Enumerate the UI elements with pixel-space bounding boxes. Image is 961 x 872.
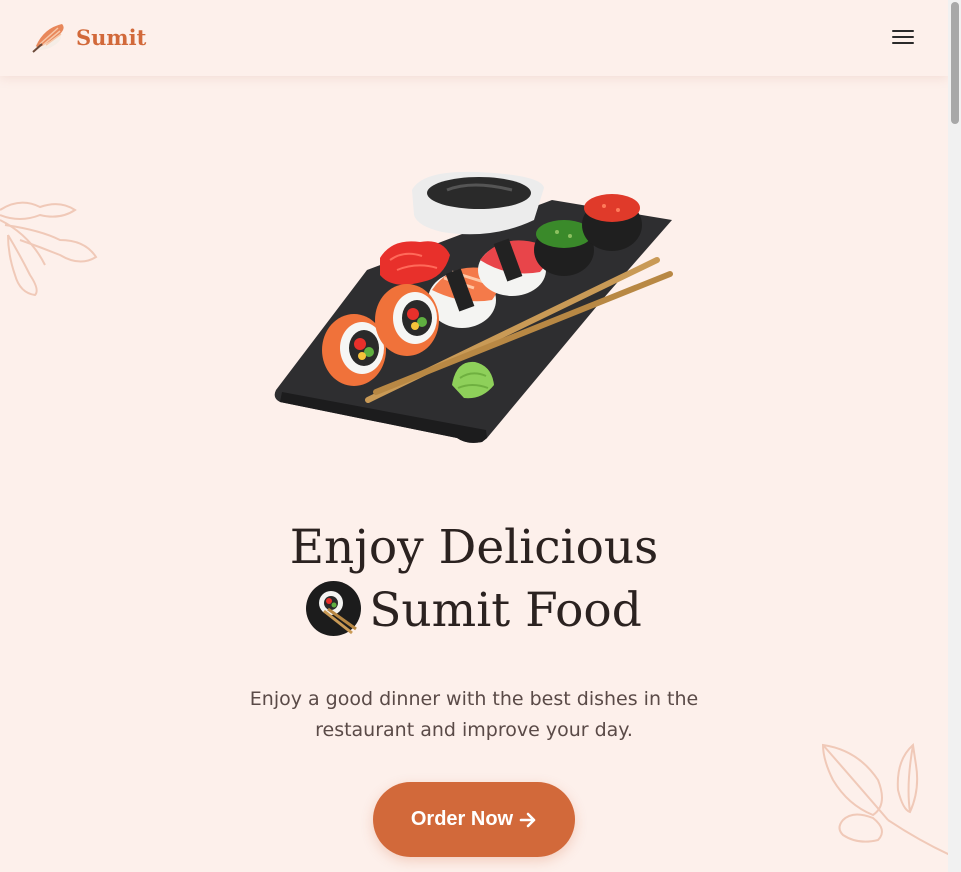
brand-logo-link[interactable]: Sumit [30,20,146,54]
hamburger-menu-icon[interactable] [892,26,914,48]
sushi-logo-icon [32,24,64,53]
site-header: Sumit [0,0,948,76]
arrow-right-icon [519,812,536,827]
sushi-badge-icon [306,581,362,636]
leaf-decoration-icon [0,201,98,297]
scrollbar[interactable] [948,0,961,872]
hero-title-line2-text: Sumit Food [369,583,642,638]
hero-title-line2: Sumit Food [0,580,948,642]
order-now-label: Order Now [410,808,514,830]
leaf-decoration-right-icon [821,743,950,856]
page: Sumit Enjoy Delicious Sumit Food Enjoy a… [0,0,961,872]
order-now-button[interactable]: Order Now [373,782,575,857]
scrollbar-thumb[interactable] [951,2,959,124]
brand-name: Sumit [76,24,147,50]
sushi-platter-image [274,171,673,443]
hero-description: Enjoy a good dinner with the best dishes… [249,688,699,741]
hero-title-line1: Enjoy Delicious [289,520,659,575]
